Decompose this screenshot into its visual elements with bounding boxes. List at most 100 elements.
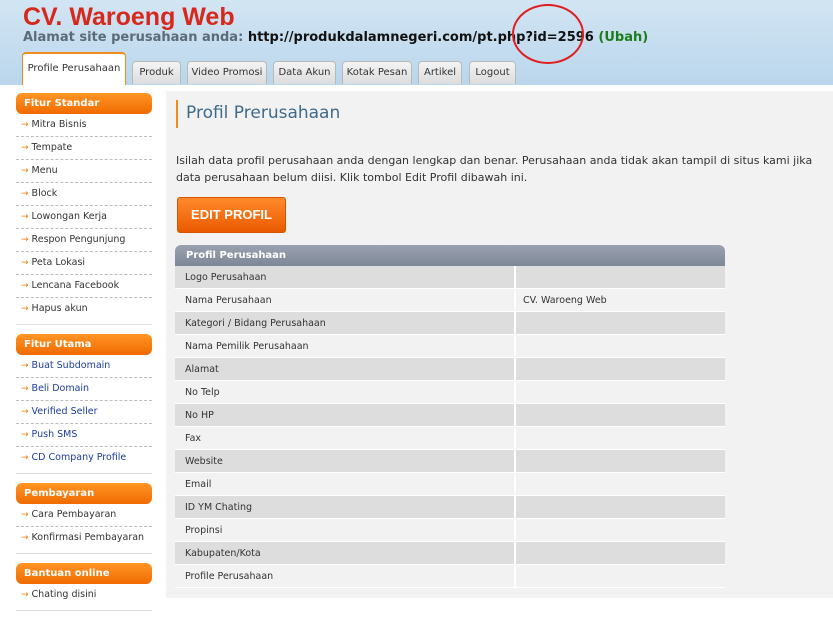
- sidebar-item-label: Beli Domain: [31, 383, 90, 394]
- sidebar-item-label: Konfirmasi Pembayaran: [31, 532, 145, 543]
- sidebar-list-fitur-utama: → Buat Subdomain → Beli Domain → Verified S…: [16, 355, 152, 474]
- sidebar-item-hapus-akun[interactable]: → Hapus akun: [16, 298, 152, 320]
- tab-artikel[interactable]: Artikel: [418, 61, 462, 84]
- row-key: Alamat: [175, 358, 516, 381]
- tab-kotak-pesan[interactable]: Kotak Pesan: [342, 61, 412, 84]
- row-value: [516, 381, 725, 404]
- table-row: Propinsi: [175, 519, 725, 542]
- sidebar-item-label: Verified Seller: [31, 406, 98, 417]
- arrow-right-icon: →: [21, 533, 29, 543]
- sidebar-item-label: Peta Lokasi: [31, 257, 86, 268]
- table-row: ID YM Chating: [175, 496, 725, 519]
- sidebar-item-beli-domain[interactable]: → Beli Domain: [16, 378, 152, 401]
- sidebar-item-buat-subdomain[interactable]: → Buat Subdomain: [16, 355, 152, 378]
- row-key: Profile Perusahaan: [175, 565, 516, 588]
- sidebar-head-pembayaran: Pembayaran: [16, 483, 152, 504]
- sidebar-item-label: Push SMS: [31, 429, 78, 440]
- row-value: [516, 496, 725, 519]
- table-row: Fax: [175, 427, 725, 450]
- arrow-right-icon: →: [21, 120, 29, 130]
- row-value: [516, 404, 725, 427]
- site-url-label: Alamat site perusahaan anda:: [23, 30, 244, 45]
- tab-logout[interactable]: Logout: [469, 61, 516, 84]
- sidebar-item-tempate[interactable]: → Tempate: [16, 137, 152, 160]
- row-key: Logo Perusahaan: [175, 266, 516, 289]
- table-row: Nama Perusahaan CV. Waroeng Web: [175, 289, 725, 312]
- sidebar-item-konfirmasi-pembayaran[interactable]: → Konfirmasi Pembayaran: [16, 527, 152, 549]
- sidebar-item-respon-pengunjung[interactable]: → Respon Pengunjung: [16, 229, 152, 252]
- change-url-link[interactable]: (Ubah): [598, 30, 648, 45]
- arrow-right-icon: →: [21, 189, 29, 199]
- table-row: Email: [175, 473, 725, 496]
- intro-text: Isilah data profil perusahaan anda denga…: [176, 154, 813, 184]
- sidebar-item-peta-lokasi[interactable]: → Peta Lokasi: [16, 252, 152, 275]
- row-key: No HP: [175, 404, 516, 427]
- site-header: CV. Waroeng Web Alamat site perusahaan a…: [0, 0, 833, 85]
- arrow-right-icon: →: [21, 590, 29, 600]
- row-value: [516, 519, 725, 542]
- edit-profile-button[interactable]: EDIT PROFIL: [177, 197, 286, 233]
- sidebar-item-block[interactable]: → Block: [16, 183, 152, 206]
- sidebar-head-fitur-utama: Fitur Utama: [16, 334, 152, 355]
- tab-data-akun[interactable]: Data Akun: [273, 61, 336, 84]
- row-key: Kabupaten/Kota: [175, 542, 516, 565]
- sidebar-item-push-sms[interactable]: → Push SMS: [16, 424, 152, 447]
- sidebar-item-lowongan-kerja[interactable]: → Lowongan Kerja: [16, 206, 152, 229]
- sidebar-item-cara-pembayaran[interactable]: → Cara Pembayaran: [16, 504, 152, 527]
- sidebar-item-chating-disini[interactable]: → Chating disini: [16, 584, 152, 606]
- arrow-right-icon: →: [21, 361, 29, 371]
- sidebar-item-label: Mitra Bisnis: [31, 119, 87, 130]
- profile-table-header: Profil Perusahaan: [175, 245, 725, 266]
- arrow-right-icon: →: [21, 510, 29, 520]
- site-title: CV. Waroeng Web: [23, 3, 235, 31]
- row-value: CV. Waroeng Web: [516, 289, 725, 312]
- sidebar-list-fitur-standar: → Mitra Bisnis → Tempate → Menu → Block → Low…: [16, 114, 152, 325]
- row-value: [516, 335, 725, 358]
- sidebar-item-verified-seller[interactable]: → Verified Seller: [16, 401, 152, 424]
- row-value: [516, 473, 725, 496]
- page-title: Profil Prerusahaan: [176, 100, 340, 128]
- row-key: Nama Perusahaan: [175, 289, 516, 312]
- row-key: Nama Pemilik Perusahaan: [175, 335, 516, 358]
- row-key: Email: [175, 473, 516, 496]
- tab-produk[interactable]: Produk: [132, 61, 181, 84]
- arrow-right-icon: →: [21, 212, 29, 222]
- row-value: [516, 312, 725, 335]
- sidebar-item-label: Block: [31, 188, 58, 199]
- tab-video-promosi[interactable]: Video Promosi: [187, 61, 267, 84]
- sidebar-head-bantuan-online: Bantuan online: [16, 563, 152, 584]
- row-key: Fax: [175, 427, 516, 450]
- tab-profile-perusahaan[interactable]: Profile Perusahaan: [22, 52, 126, 85]
- row-key: No Telp: [175, 381, 516, 404]
- sidebar-item-label: Cara Pembayaran: [31, 509, 117, 520]
- sidebar-head-fitur-standar: Fitur Standar: [16, 93, 152, 114]
- sidebar-item-lencana-facebook[interactable]: → Lencana Facebook: [16, 275, 152, 298]
- row-value: [516, 427, 725, 450]
- arrow-right-icon: →: [21, 143, 29, 153]
- sidebar-item-menu[interactable]: → Menu: [16, 160, 152, 183]
- arrow-right-icon: →: [21, 281, 29, 291]
- table-row: Kabupaten/Kota: [175, 542, 725, 565]
- profile-table-body: Logo Perusahaan Nama Perusahaan CV. Waroe…: [175, 266, 725, 588]
- sidebar-item-label: Lowongan Kerja: [31, 211, 107, 222]
- row-key: Website: [175, 450, 516, 473]
- arrow-right-icon: →: [21, 384, 29, 394]
- row-key: Kategori / Bidang Perusahaan: [175, 312, 516, 335]
- sidebar-item-mitra-bisnis[interactable]: → Mitra Bisnis: [16, 114, 152, 137]
- table-row: Alamat: [175, 358, 725, 381]
- table-row: No HP: [175, 404, 725, 427]
- arrow-right-icon: →: [21, 166, 29, 176]
- table-row: Nama Pemilik Perusahaan: [175, 335, 725, 358]
- row-key: Propinsi: [175, 519, 516, 542]
- table-row: No Telp: [175, 381, 725, 404]
- arrow-right-icon: →: [21, 430, 29, 440]
- arrow-right-icon: →: [21, 407, 29, 417]
- left-sidebar: Fitur Standar → Mitra Bisnis → Tempate → Me…: [16, 93, 152, 620]
- row-value: [516, 565, 725, 588]
- profile-table: Profil Perusahaan Logo Perusahaan Nama P…: [175, 245, 725, 588]
- sidebar-item-cd-company-profile[interactable]: → CD Company Profile: [16, 447, 152, 469]
- table-row: Profile Perusahaan: [175, 565, 725, 588]
- arrow-right-icon: →: [21, 235, 29, 245]
- sidebar-item-label: Chating disini: [31, 589, 97, 600]
- table-row: Logo Perusahaan: [175, 266, 725, 289]
